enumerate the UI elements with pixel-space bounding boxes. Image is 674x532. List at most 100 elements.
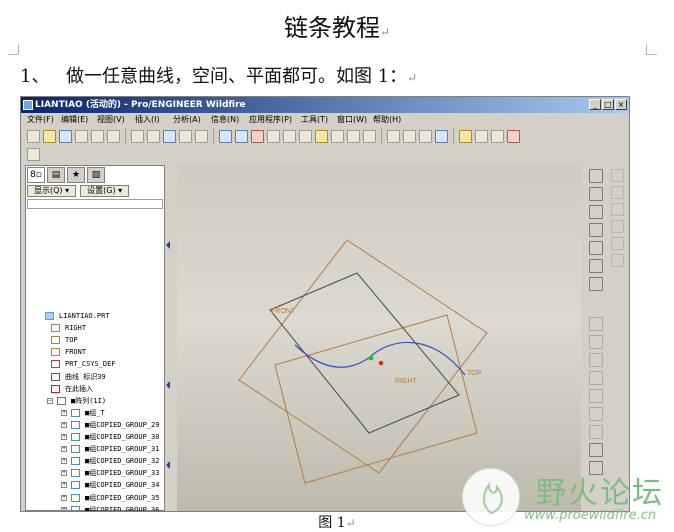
expand-toggle-icon[interactable]: + — [61, 494, 67, 501]
chamfer-tool-icon[interactable] — [589, 407, 603, 421]
panel-splitter[interactable] — [165, 165, 171, 511]
sketch-tool-icon[interactable] — [610, 169, 624, 182]
email-icon[interactable] — [91, 129, 104, 143]
rib-tool-icon[interactable] — [610, 237, 624, 250]
print-icon[interactable] — [75, 129, 88, 143]
zoom-in-icon[interactable] — [267, 129, 280, 143]
expand-toggle-icon[interactable]: + — [61, 482, 67, 489]
tree-item[interactable]: + ■组COPIED_GROUP_33 — [41, 467, 181, 479]
tree-item[interactable]: 曲线 标识39 — [41, 371, 181, 383]
context-help-icon[interactable] — [27, 147, 40, 161]
menu-help[interactable]: 帮助(H) — [373, 113, 401, 127]
menu-edit[interactable]: 编辑(E) — [61, 113, 88, 127]
datum-axis-tool-icon[interactable] — [589, 187, 603, 201]
graphics-viewport[interactable]: FRONT RIGHT TOP — [177, 165, 581, 511]
menu-tools[interactable]: 工具(T) — [301, 113, 328, 127]
csys-toggle-icon[interactable] — [507, 129, 520, 143]
tree-item[interactable]: + ■组_T — [41, 407, 181, 419]
redo-icon[interactable] — [147, 129, 160, 143]
find-icon[interactable] — [179, 129, 192, 143]
tree-item[interactable]: + ■组COPIED_GROUP_32 — [41, 455, 181, 467]
analysis-tool-icon[interactable] — [589, 277, 603, 291]
close-button[interactable]: × — [615, 99, 627, 110]
hole-tool-icon[interactable] — [589, 371, 603, 385]
new-file-icon[interactable] — [27, 129, 40, 143]
show-dropdown[interactable]: 显示(Q) ▾ — [27, 185, 77, 197]
tree-item[interactable]: + ■组COPIED_GROUP_35 — [41, 492, 181, 504]
sweep-tool-icon[interactable] — [589, 353, 603, 367]
tab-model-tree[interactable]: 8▫ — [27, 167, 45, 183]
tree-item[interactable]: − ■阵列(1I) — [41, 395, 181, 407]
round-tool-icon[interactable] — [589, 389, 603, 403]
expand-toggle-icon[interactable]: − — [47, 397, 53, 404]
tree-item[interactable]: LIANTIAO.PRT — [41, 310, 181, 322]
tree-item[interactable]: TOP — [41, 334, 181, 346]
regenerate-icon[interactable] — [163, 129, 176, 143]
datum-points-toggle-icon[interactable] — [491, 129, 504, 143]
tree-item[interactable]: RIGHT — [41, 322, 181, 334]
datum-point-tool-icon[interactable] — [589, 223, 603, 237]
menu-info[interactable]: 信息(N) — [211, 113, 239, 127]
tree-item[interactable]: FRONT — [41, 346, 181, 358]
datum-axes-toggle-icon[interactable] — [475, 129, 488, 143]
orient-mode-icon[interactable] — [251, 129, 264, 143]
save-icon[interactable] — [59, 129, 72, 143]
no-hidden-icon[interactable] — [419, 129, 432, 143]
expand-toggle-icon[interactable]: + — [61, 446, 67, 453]
minimize-button[interactable]: _ — [589, 99, 601, 110]
tree-item[interactable]: + ■组COPIED_GROUP_36 — [41, 504, 181, 511]
settings-dropdown[interactable]: 设置(G) ▾ — [80, 185, 130, 197]
select-box-icon[interactable] — [195, 129, 208, 143]
saved-views-icon[interactable] — [331, 129, 344, 143]
layers-icon[interactable] — [347, 129, 360, 143]
menu-applications[interactable]: 应用程序(P) — [249, 113, 292, 127]
zoom-out-icon[interactable] — [283, 129, 296, 143]
revolve-tool-icon[interactable] — [589, 335, 603, 349]
hidden-line-icon[interactable] — [403, 129, 416, 143]
wireframe-icon[interactable] — [387, 129, 400, 143]
expand-toggle-icon[interactable]: + — [61, 434, 67, 440]
menu-insert[interactable]: 插入(I) — [135, 113, 160, 127]
spin-center-icon[interactable] — [235, 129, 248, 143]
open-folder-icon[interactable] — [43, 129, 56, 143]
offset-tool-icon[interactable] — [610, 203, 624, 216]
csys-tool-icon[interactable] — [589, 259, 603, 273]
copy-tool-icon[interactable] — [589, 443, 603, 457]
paragraph-mark: ↵ — [407, 71, 418, 85]
menu-window[interactable]: 窗口(W) — [337, 113, 367, 127]
tree-item[interactable]: + ■组COPIED_GROUP_31 — [41, 443, 181, 455]
extrude-tool-icon[interactable] — [589, 317, 603, 331]
email-link-icon[interactable] — [107, 129, 120, 143]
shading-icon[interactable] — [435, 129, 448, 143]
tree-item[interactable]: 在此插入 — [41, 383, 181, 395]
tab-connections[interactable]: ▨ — [87, 167, 105, 183]
shell-tool-icon[interactable] — [610, 220, 624, 233]
tree-item[interactable]: + ■组COPIED_GROUP_29 — [41, 419, 181, 431]
reorient-icon[interactable] — [315, 129, 328, 143]
expand-toggle-icon[interactable]: + — [61, 421, 67, 428]
datum-plane-tool-icon[interactable] — [589, 169, 603, 183]
maximize-button[interactable]: □ — [602, 99, 614, 110]
tree-item[interactable]: + ■组COPIED_GROUP_30 — [41, 431, 181, 443]
tab-folder-browser[interactable]: ▤ — [47, 167, 65, 183]
repaint-icon[interactable] — [219, 129, 232, 143]
datum-planes-toggle-icon[interactable] — [459, 129, 472, 143]
draft-tool-icon[interactable] — [589, 425, 603, 439]
menu-file[interactable]: 文件(F) — [27, 113, 54, 127]
pattern-tool-icon[interactable] — [610, 254, 624, 267]
view-manager-icon[interactable] — [363, 129, 376, 143]
tab-favorites[interactable]: ★ — [67, 167, 85, 183]
refit-icon[interactable] — [299, 129, 312, 143]
datum-curve-tool-icon[interactable] — [589, 205, 603, 219]
undo-icon[interactable] — [131, 129, 144, 143]
expand-toggle-icon[interactable]: + — [61, 458, 67, 465]
point-tools-icon[interactable] — [589, 241, 603, 255]
tree-filter-field[interactable] — [27, 199, 163, 209]
expand-toggle-icon[interactable]: + — [61, 409, 67, 416]
menu-view[interactable]: 视图(V) — [97, 113, 125, 127]
tree-item[interactable]: + ■组COPIED_GROUP_34 — [41, 479, 181, 491]
expand-toggle-icon[interactable]: + — [61, 470, 67, 477]
tree-item[interactable]: PRT_CSYS_DEF — [41, 358, 181, 370]
curve-from-eq-icon[interactable] — [610, 186, 624, 199]
menu-analysis[interactable]: 分析(A) — [173, 113, 201, 127]
